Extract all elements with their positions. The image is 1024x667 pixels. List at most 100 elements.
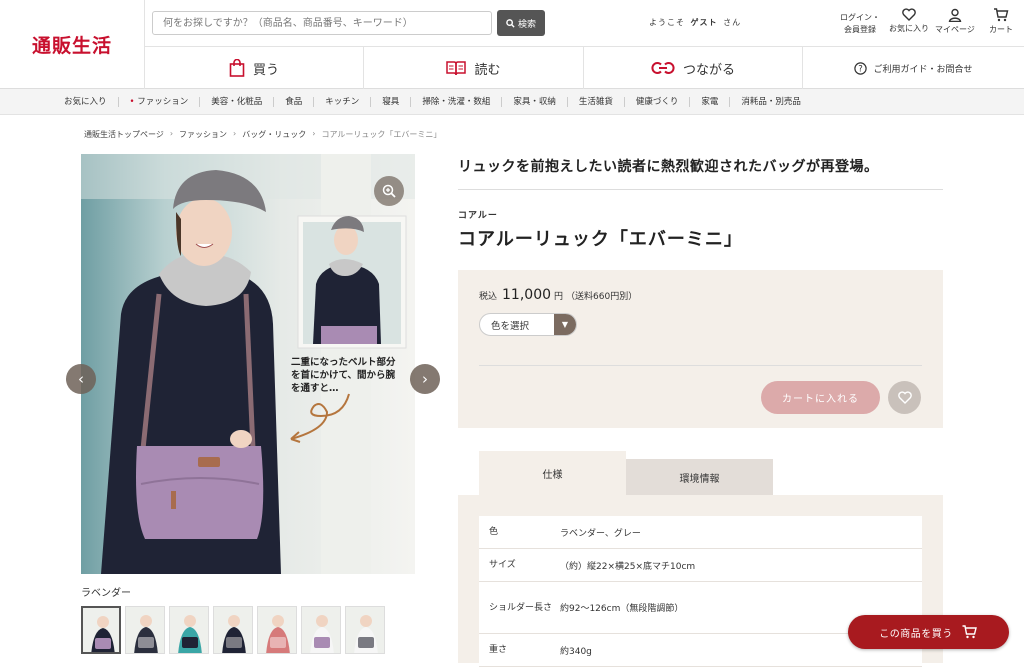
thumbnail[interactable] bbox=[81, 606, 121, 654]
thumbnail[interactable] bbox=[257, 606, 297, 654]
search-button[interactable]: 検索 bbox=[497, 10, 545, 36]
cart-label: カート bbox=[989, 25, 1013, 34]
cart-icon bbox=[962, 625, 977, 639]
category-item[interactable]: 生活雑貨 bbox=[566, 97, 624, 107]
heart-icon bbox=[902, 8, 916, 21]
purchase-panel: 税込 11,000 円 （送料660円別） 色を選択 ▼ カートに入れる bbox=[458, 270, 943, 428]
thumbnail[interactable] bbox=[345, 606, 385, 654]
category-item[interactable]: • ファッション bbox=[117, 97, 200, 107]
welcome-message: ようこそ ゲスト さん bbox=[649, 17, 741, 28]
category-item[interactable]: 消耗品・別売品 bbox=[729, 97, 812, 107]
category-label: 健康づくり bbox=[635, 97, 679, 107]
link-icon bbox=[651, 62, 675, 74]
price-unit: 円 bbox=[554, 292, 564, 302]
category-item[interactable]: 美容・化粧品 bbox=[199, 97, 273, 107]
thumbnail[interactable] bbox=[125, 606, 165, 654]
category-item[interactable]: 掃除・洗濯・数組 bbox=[410, 97, 501, 107]
category-item[interactable]: お気に入り bbox=[64, 97, 118, 107]
cart-link[interactable]: カート bbox=[989, 8, 1013, 35]
add-to-cart-button[interactable]: カートに入れる bbox=[761, 381, 880, 414]
mypage-link[interactable]: マイページ bbox=[935, 8, 975, 35]
category-label: 食品 bbox=[285, 97, 303, 107]
category-label: 家電 bbox=[701, 97, 719, 107]
thumbnail[interactable] bbox=[169, 606, 209, 654]
info-tabs: 仕様 環境情報 bbox=[479, 451, 773, 495]
spec-value: ラベンダー、グレー bbox=[560, 528, 641, 539]
breadcrumb-link[interactable]: バッグ・リュック bbox=[242, 129, 306, 140]
prev-image-button[interactable]: ‹ bbox=[66, 364, 96, 394]
product-title: コアルーリュック「エバーミニ」 bbox=[458, 229, 743, 250]
breadcrumb-separator: › bbox=[169, 129, 174, 138]
nav-read-label: 読む bbox=[474, 62, 501, 78]
login-label: ログイン・ bbox=[840, 13, 880, 22]
price-prefix: 税込 bbox=[479, 292, 498, 302]
spec-key: サイズ bbox=[489, 560, 516, 570]
inset-caption-line: を通すと… bbox=[291, 383, 339, 394]
category-item[interactable]: 家電 bbox=[689, 97, 729, 107]
nav-read[interactable]: 読む bbox=[364, 47, 584, 89]
register-label: 会員登録 bbox=[844, 25, 876, 34]
nav-buy[interactable]: 買う bbox=[145, 47, 364, 89]
price-amount: 11,000 bbox=[502, 287, 552, 303]
category-item[interactable]: キッチン bbox=[313, 97, 370, 107]
selected-color-label: ラベンダー bbox=[81, 588, 131, 599]
welcome-prefix: ようこそ bbox=[649, 18, 685, 27]
spec-value: （約）縦22×横25×底マチ10cm bbox=[560, 561, 696, 572]
thumbnail[interactable] bbox=[301, 606, 341, 654]
buy-product-button[interactable]: この商品を買う bbox=[848, 615, 1009, 649]
breadcrumb-link[interactable]: 通販生活トップページ bbox=[84, 129, 164, 140]
divider bbox=[458, 189, 943, 190]
category-label: 掃除・洗濯・数組 bbox=[422, 97, 491, 107]
inset-caption-line: を首にかけて、間から腕 bbox=[291, 369, 396, 381]
search-input[interactable] bbox=[152, 11, 492, 35]
site-logo[interactable]: 通販生活 bbox=[0, 0, 145, 89]
price-info: 税込 11,000 円 （送料660円別） bbox=[479, 287, 637, 303]
login-link[interactable]: ログイン・ 会員登録 bbox=[840, 12, 880, 36]
zoom-in-icon bbox=[382, 184, 396, 198]
category-item[interactable]: 家具・収納 bbox=[501, 97, 567, 107]
nav-help[interactable]: ? ご利用ガイド・お問合せ bbox=[803, 47, 1024, 89]
favorites-label: お気に入り bbox=[889, 24, 929, 33]
nav-buy-label: 買う bbox=[252, 62, 279, 78]
nav-connect[interactable]: つながる bbox=[584, 47, 803, 89]
product-photo: 二重になったベルト部分 を首にかけて、間から腕 を通すと… bbox=[81, 154, 415, 574]
favorites-link[interactable]: お気に入り bbox=[889, 8, 929, 34]
category-label: 美容・化粧品 bbox=[211, 97, 263, 107]
nav-help-label: ご利用ガイド・お問合せ bbox=[873, 64, 973, 75]
category-bar: お気に入り • ファッション 美容・化粧品 食品 キッチン 寝具 掃除・洗濯・数組 家具・収納… bbox=[0, 89, 1024, 115]
book-icon bbox=[446, 61, 467, 76]
nav-connect-label: つながる bbox=[682, 62, 735, 78]
buy-button-label: この商品を買う bbox=[879, 628, 953, 640]
category-label: 寝具 bbox=[382, 97, 400, 107]
spec-key: 色 bbox=[489, 527, 499, 537]
chevron-right-icon: › bbox=[422, 370, 428, 388]
svg-text:?: ? bbox=[859, 64, 864, 74]
spec-row: サイズ （約）縦22×横25×底マチ10cm bbox=[479, 549, 922, 582]
category-item[interactable]: 健康づくり bbox=[623, 97, 690, 107]
search-icon bbox=[506, 18, 515, 28]
category-item[interactable]: 寝具 bbox=[370, 97, 410, 107]
product-brand[interactable]: コアルー bbox=[458, 208, 498, 221]
tab-environment[interactable]: 環境情報 bbox=[626, 459, 773, 495]
zoom-button[interactable] bbox=[374, 176, 404, 206]
color-select-label: 色を選択 bbox=[491, 320, 530, 332]
category-list: お気に入り • ファッション 美容・化粧品 食品 キッチン 寝具 掃除・洗濯・数組 家具・収納… bbox=[64, 89, 812, 115]
tab-specs[interactable]: 仕様 bbox=[479, 451, 626, 495]
site-header: 通販生活 検索 ようこそ ゲスト さん ログイン・ 会員登録 お気に入り マイペ… bbox=[0, 0, 1024, 89]
spec-row: 色 ラベンダー、グレー bbox=[479, 516, 922, 549]
thumbnail[interactable] bbox=[213, 606, 253, 654]
product-tagline: リュックを前抱えしたい読者に熱烈歓迎されたバッグが再登場。 bbox=[458, 159, 879, 175]
breadcrumb-separator: › bbox=[312, 129, 316, 138]
main-nav: 買う 読む つながる ? ご利用ガイド・お問合せ bbox=[145, 46, 1024, 89]
category-item[interactable]: 食品 bbox=[273, 97, 313, 107]
add-favorite-button[interactable] bbox=[888, 381, 921, 414]
color-select[interactable]: 色を選択 ▼ bbox=[479, 313, 577, 336]
product-main-image[interactable]: 二重になったベルト部分 を首にかけて、間から腕 を通すと… bbox=[81, 154, 415, 574]
inset-caption-line: 二重になったベルト部分 bbox=[291, 356, 396, 368]
next-image-button[interactable]: › bbox=[410, 364, 440, 394]
divider bbox=[479, 365, 922, 366]
spec-value: 約92〜126cm（無段階調節） bbox=[560, 604, 684, 614]
question-icon: ? bbox=[854, 61, 868, 75]
breadcrumb-link[interactable]: ファッション bbox=[179, 129, 227, 140]
heart-icon bbox=[897, 391, 912, 404]
